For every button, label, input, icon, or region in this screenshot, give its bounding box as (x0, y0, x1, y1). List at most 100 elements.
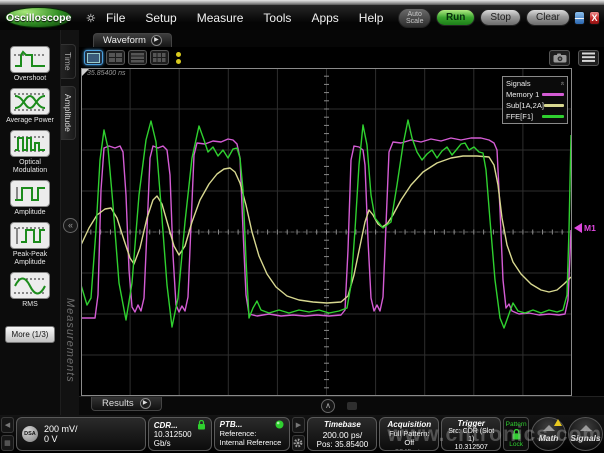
sidebar-item-optical-modulation[interactable]: Optical Modulation (2, 130, 58, 175)
touch-settings-icon[interactable] (86, 10, 96, 26)
menu-apps[interactable]: Apps (301, 11, 348, 25)
tab-waveform[interactable]: Waveform ▶ (93, 33, 172, 47)
workspace-tabbar: Waveform ▶ (79, 30, 604, 47)
optical-modulation-icon (10, 130, 50, 157)
amplitude-icon (10, 180, 50, 207)
scroll-signals-left-button[interactable]: ◀ (1, 417, 14, 433)
screenshot-camera-button[interactable] (549, 50, 570, 66)
waveform-toolbar (79, 47, 604, 68)
menu-tools[interactable]: Tools (253, 11, 301, 25)
pattern-lock-button[interactable]: Pattern Lock (503, 417, 529, 451)
math-button[interactable]: Math (531, 417, 566, 451)
signals-button[interactable]: Signals (568, 417, 603, 451)
m1-triangle-icon (574, 223, 582, 233)
tab-time[interactable]: Time (61, 44, 76, 79)
layout-quad-button[interactable] (106, 50, 125, 65)
timebase-scale: 200.00 ps/ (313, 430, 371, 440)
sidebar-item-overshoot[interactable]: Overshoot (2, 46, 58, 83)
layout-single-button[interactable] (84, 50, 103, 65)
sidebar-item-peak-peak-amplitude[interactable]: Peak-Peak Amplitude (2, 222, 58, 267)
ffef1-swatch (542, 115, 564, 118)
sidebar-item-rms[interactable]: RMS (2, 272, 58, 309)
marker-m1[interactable]: M1 (574, 223, 596, 233)
trigger-title: Trigger (447, 420, 495, 428)
sidebar-item-amplitude[interactable]: Amplitude (2, 180, 58, 217)
marker-dots (176, 52, 181, 64)
signals-up-arrow-icon (580, 425, 592, 431)
legend-row-ffef1: FFE[F1] (506, 112, 564, 121)
rms-icon (10, 272, 50, 299)
settings-gear-button[interactable] (292, 435, 306, 451)
trigger-rate: 10.312507 Gb/s (447, 444, 495, 451)
menu-setup[interactable]: Setup (135, 11, 186, 25)
acquisition-pattern: Full Pattern: Off (385, 429, 433, 447)
dsa-channel-badge: DSA (22, 426, 38, 442)
run-button[interactable]: Run (436, 9, 475, 26)
waveform-grid (81, 68, 572, 396)
close-button[interactable]: X (589, 11, 600, 25)
plot-timestamp-label: 35.85400 ns (87, 70, 126, 77)
acquisition-points: 2345 pts (385, 447, 433, 451)
measurement-tabstrip: Time Amplitude « Measurements (60, 30, 79, 415)
waveform-plot-area[interactable]: 35.85400 ns Signals « Memory 1 Sub[1A,2A… (79, 68, 604, 396)
memory1-swatch (542, 93, 564, 96)
camera-icon (553, 53, 567, 63)
overshoot-icon (10, 46, 50, 73)
cdr-lock-icon (197, 420, 206, 430)
legend-collapse-icon[interactable]: « (559, 82, 566, 86)
legend-title: Signals (506, 79, 531, 88)
cdr-rate: 10.312500 Gb/s (154, 430, 206, 448)
oscilloscope-app-window: Oscilloscope File Setup Measure Tools Ap… (0, 0, 604, 453)
ptb-panel[interactable]: PTB... Reference: Internal Reference (214, 417, 290, 451)
oscilloscope-logo: Oscilloscope (5, 7, 72, 28)
display-menu-button[interactable] (578, 50, 599, 66)
menu-file[interactable]: File (96, 11, 135, 25)
menu-help[interactable]: Help (349, 11, 394, 25)
m1-label: M1 (584, 223, 596, 233)
results-bar: Results ▶ ∧ (79, 396, 604, 415)
pattern-lock-icon (511, 429, 522, 440)
auto-scale-button[interactable]: Auto Scale (398, 8, 430, 28)
acquisition-panel[interactable]: Acquisition Full Pattern: Off 2345 pts (379, 417, 439, 451)
sidebar-item-average-power[interactable]: Average Power (2, 88, 58, 125)
pattern-lock-bottom-label: Lock (509, 441, 523, 448)
channel-panel[interactable]: DSA 200 mV/ 0 V (16, 417, 146, 451)
legend-row-memory1: Memory 1 (506, 90, 564, 99)
results-menu-play-icon[interactable]: ▶ (140, 398, 151, 409)
trigger-panel[interactable]: Trigger Src: CDR (Slot 1) 10.312507 Gb/s… (441, 417, 501, 451)
measurements-panel-title: Measurements (64, 298, 76, 383)
expand-results-button[interactable]: ∧ (321, 399, 335, 413)
layout-rows-button[interactable] (128, 50, 147, 65)
layout-grid-button[interactable] (150, 50, 169, 65)
marker-dot-1[interactable] (176, 52, 181, 57)
warning-icon (554, 419, 562, 426)
collapse-sidebar-button[interactable]: « (63, 218, 78, 233)
stop-button[interactable]: Stop (480, 9, 521, 26)
timebase-panel[interactable]: Timebase 200.00 ps/ Pos: 35.85400 ns (307, 417, 377, 451)
peak-peak-amplitude-icon (10, 222, 50, 249)
cdr-lbw: LBW: 6.186 MHz (154, 448, 206, 451)
more-measurements-button[interactable]: More (1/3) (5, 326, 55, 343)
tab-results[interactable]: Results ▶ (91, 397, 162, 411)
results-handle[interactable] (347, 402, 357, 410)
marker-dot-2[interactable] (176, 59, 181, 64)
signals-legend[interactable]: Signals « Memory 1 Sub[1A,2A] FFE[F1] (502, 76, 568, 124)
tab-amplitude[interactable]: Amplitude (61, 86, 76, 140)
minimize-button[interactable]: — (574, 11, 585, 25)
pattern-lock-top-label: Pattern (506, 421, 527, 428)
cdr-title: CDR... (154, 421, 178, 430)
scroll-signals-right-button[interactable]: ▶ (292, 417, 306, 433)
channel-scale: 200 mV/ (44, 424, 78, 434)
tab-menu-play-icon[interactable]: ▶ (151, 35, 162, 46)
acquisition-title: Acquisition (385, 420, 433, 429)
trigger-source: Src: CDR (Slot 1) (447, 428, 495, 444)
cdr-panel[interactable]: CDR... 10.312500 Gb/s LBW: 6.186 MHz (148, 417, 212, 451)
keyboard-button[interactable]: ▦ (1, 435, 14, 451)
legend-row-sub1a2a: Sub[1A,2A] (506, 101, 564, 110)
ptb-title: PTB... (220, 420, 243, 429)
gear-icon (293, 438, 303, 448)
clear-button[interactable]: Clear (526, 9, 570, 26)
menu-measure[interactable]: Measure (187, 11, 254, 25)
sub1a2a-swatch (544, 104, 564, 107)
timebase-position: Pos: 35.85400 ns (313, 440, 371, 451)
